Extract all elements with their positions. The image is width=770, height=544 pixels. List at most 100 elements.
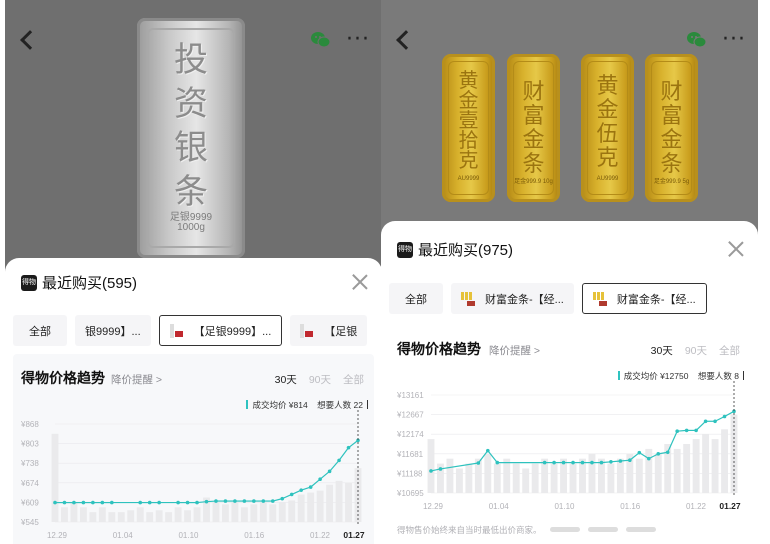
- filter-chip-all[interactable]: 全部: [389, 283, 443, 314]
- filter-chip[interactable]: 财富金条-【经...: [451, 283, 574, 314]
- volume-bar: [493, 463, 501, 493]
- volume-bar: [155, 510, 163, 522]
- volume-bar: [588, 453, 596, 493]
- y-tick-label: ¥803: [20, 440, 39, 449]
- price-point: [571, 460, 575, 465]
- filter-chip-selected[interactable]: 【足银9999】...: [158, 315, 283, 346]
- bar-char: 克: [596, 146, 619, 171]
- filter-chip-all[interactable]: 全部: [13, 315, 67, 346]
- sheet-title: 得物 最近购买(595): [21, 272, 137, 293]
- gold-bar-image: 黄 金 壹 拾 克 AU9999: [442, 54, 495, 202]
- volume-bar: [51, 433, 59, 522]
- bar-char: 条: [522, 152, 545, 177]
- y-tick-label: ¥545: [20, 518, 39, 527]
- more-icon[interactable]: ···: [722, 27, 746, 52]
- bar-char: 资: [174, 84, 208, 124]
- price-trend-chart[interactable]: ¥868 ¥803 ¥738 ¥674 ¥609 ¥545 12.29 01.04 01.10 0…: [13, 354, 374, 544]
- filter-chip[interactable]: 【足银: [290, 315, 368, 346]
- x-tick-label: 01.22: [310, 531, 331, 540]
- more-icon[interactable]: ···: [346, 27, 370, 52]
- volume-bar: [259, 502, 267, 522]
- volume-bar: [569, 463, 577, 493]
- bar-char: 条: [174, 172, 208, 212]
- bar-char: 条: [660, 152, 683, 177]
- price-point: [270, 499, 275, 503]
- price-point: [138, 500, 143, 505]
- filter-chip-selected[interactable]: 财富金条-【经...: [581, 283, 707, 314]
- volume-bar: [654, 453, 662, 493]
- price-point: [684, 428, 689, 433]
- back-icon[interactable]: [20, 30, 40, 50]
- recent-purchase-sheet: 得物 最近购买(595) 全部 银9999】... 【足银9999】... 【足…: [5, 258, 382, 544]
- price-line-segment: [310, 478, 321, 488]
- wechat-icon[interactable]: [310, 31, 332, 49]
- price-point: [81, 500, 86, 505]
- volume-bar: [531, 463, 539, 493]
- price-point: [252, 499, 256, 503]
- price-point: [185, 500, 190, 505]
- volume-bar: [79, 507, 87, 522]
- price-point: [195, 500, 199, 505]
- price-point: [665, 450, 670, 455]
- volume-bar: [108, 512, 116, 522]
- y-tick-label: ¥738: [20, 459, 39, 468]
- price-point: [157, 500, 161, 505]
- price-point: [486, 448, 490, 453]
- volume-bar: [231, 502, 239, 522]
- wechat-icon[interactable]: [686, 31, 708, 49]
- y-tick-label: ¥609: [20, 498, 39, 507]
- price-point: [176, 500, 180, 505]
- price-point: [147, 500, 152, 505]
- volume-bar: [702, 434, 710, 493]
- volume-bar: [146, 512, 154, 522]
- volume-bar: [550, 463, 558, 493]
- price-point: [280, 496, 285, 501]
- price-point: [618, 459, 623, 463]
- bar-char: 银: [174, 128, 208, 168]
- app-logo-icon: 得物: [21, 274, 37, 291]
- back-icon[interactable]: [396, 30, 416, 50]
- price-trend-card: 得物价格趋势 降价提醒 > 30天 90天 全部 成交均价 ¥814 想要人数 …: [13, 354, 374, 544]
- price-point: [609, 460, 613, 464]
- volume-bar: [89, 512, 97, 522]
- price-line-segment: [319, 470, 330, 480]
- price-point: [223, 499, 228, 503]
- price-point: [110, 500, 114, 505]
- price-point: [318, 477, 322, 482]
- x-tick-label: 01.27: [719, 501, 741, 511]
- sheet-title-text: 最近购买(595): [42, 275, 138, 292]
- price-point: [299, 488, 303, 492]
- price-point: [722, 414, 727, 419]
- y-tick-label: ¥674: [20, 479, 39, 488]
- close-icon[interactable]: [352, 274, 368, 290]
- close-icon[interactable]: [728, 241, 744, 257]
- volume-bar: [221, 504, 229, 522]
- price-trend-card: 得物价格趋势 降价提醒 > 30天 90天 全部 成交均价 ¥12750 想要人…: [389, 325, 750, 525]
- volume-bar: [345, 482, 352, 522]
- price-point: [694, 428, 698, 433]
- filter-chip[interactable]: 银9999】...: [75, 315, 151, 346]
- volume-bar: [607, 463, 615, 493]
- volume-bar: [645, 448, 653, 493]
- price-point: [327, 469, 332, 474]
- volume-bar: [269, 504, 277, 522]
- x-tick-label: 01.04: [489, 502, 510, 511]
- price-trend-chart[interactable]: ¥13161 ¥12667 ¥12174 ¥11681 ¥11188 ¥10695 12.2…: [389, 325, 750, 525]
- right-screenshot: 黄 金 壹 拾 克 AU9999 财 富 金 条 足金999.9 10g 黄 金…: [381, 0, 758, 544]
- volume-bar: [297, 494, 305, 522]
- price-point: [561, 460, 566, 465]
- price-point: [646, 456, 651, 461]
- volume-bar: [673, 448, 681, 493]
- bar-small-text: 足金999.9 10g: [514, 179, 553, 185]
- volume-bar: [484, 453, 492, 493]
- bar-small-text: 1000g: [177, 222, 205, 233]
- price-point: [346, 445, 351, 450]
- price-point: [675, 429, 679, 434]
- app-logo-icon: 得物: [397, 241, 413, 258]
- price-point: [552, 460, 556, 465]
- volume-bar: [316, 490, 324, 522]
- gold-bar-image: 黄 金 伍 克 AU9999: [581, 54, 634, 202]
- price-point: [580, 460, 585, 465]
- x-tick-label: 12.29: [423, 502, 444, 511]
- price-line-segment: [695, 420, 707, 431]
